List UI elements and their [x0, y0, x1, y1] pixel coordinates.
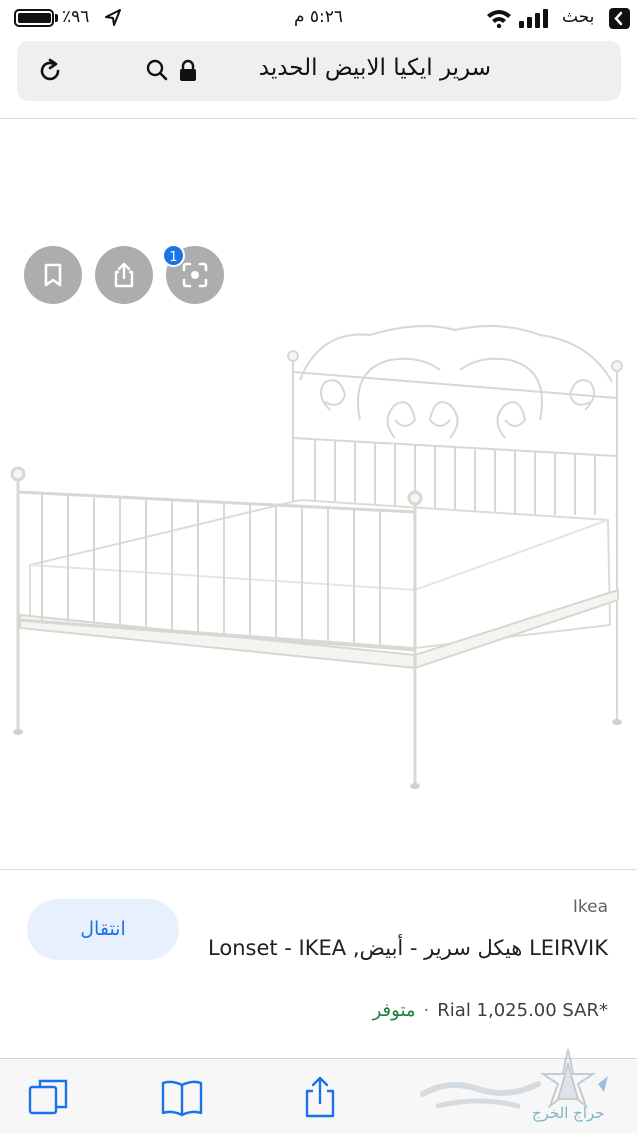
bed-illustration	[10, 325, 623, 789]
share-image-button[interactable]	[95, 246, 153, 304]
status-bar: ٪٩٦ ٥:٢٦ م بحث	[0, 0, 637, 36]
lens-icon	[182, 262, 208, 288]
tabs-icon[interactable]	[26, 1075, 70, 1119]
bookmark-icon	[44, 263, 62, 287]
address-divider	[0, 118, 637, 119]
save-image-button[interactable]	[24, 246, 82, 304]
cellular-signal-icon	[519, 9, 548, 28]
carrier-label: بحث	[562, 7, 595, 27]
availability-label: متوفر	[372, 1000, 416, 1021]
price-label: Rial 1,025.00 SAR*	[437, 1000, 608, 1021]
share-icon	[114, 262, 134, 288]
result-source[interactable]: Ikea	[573, 897, 608, 917]
separator-dot: ·	[423, 1000, 430, 1021]
wifi-icon	[487, 10, 511, 28]
address-bar[interactable]: سرير ايكيا الابيض الحديد	[17, 41, 621, 101]
lock-icon	[180, 59, 196, 81]
haraj-watermark-text: حراج الخرج	[532, 1104, 605, 1122]
address-query[interactable]: سرير ايكيا الابيض الحديد	[259, 55, 491, 81]
lens-badge-count: 1	[162, 244, 185, 267]
card-divider	[0, 869, 637, 870]
search-icon	[146, 59, 168, 81]
visit-button[interactable]: انتقال	[27, 899, 179, 960]
back-to-app-icon[interactable]	[609, 8, 630, 29]
reload-icon[interactable]	[36, 57, 64, 85]
product-image[interactable]	[0, 120, 637, 868]
result-title[interactable]: LEIRVIK هيكل سرير - أبيض, Lonset - IKEA	[198, 930, 608, 967]
price-line: متوفر · Rial 1,025.00 SAR*	[373, 1000, 608, 1021]
bookmarks-icon[interactable]	[160, 1075, 204, 1119]
share-icon[interactable]	[298, 1075, 342, 1119]
